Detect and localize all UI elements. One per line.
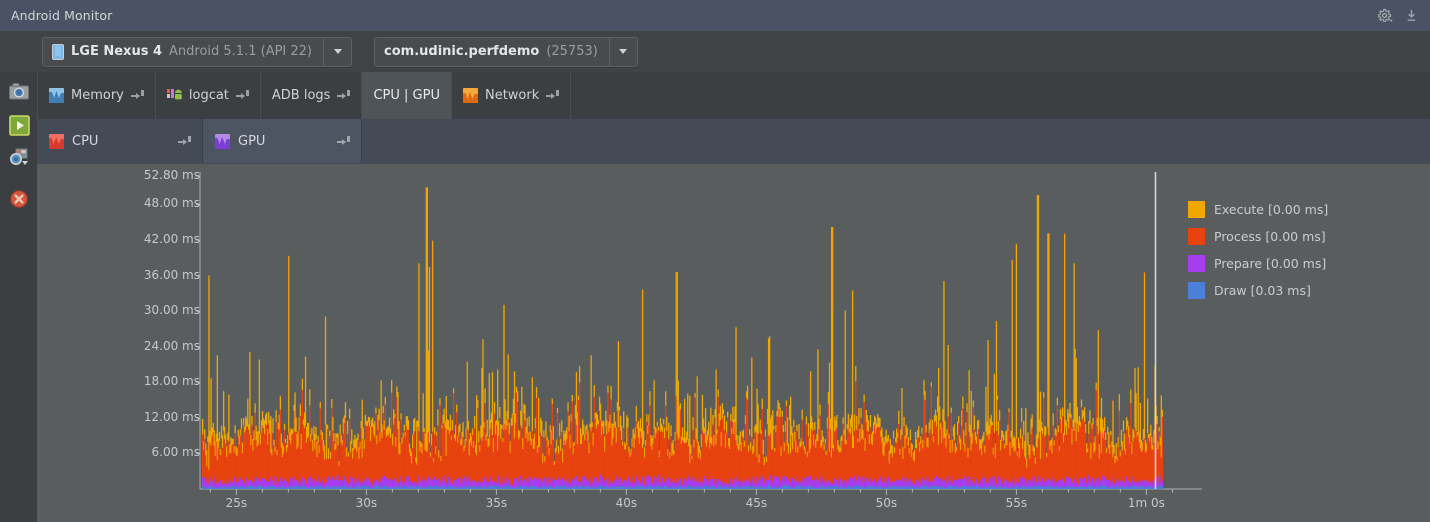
device-detail: Android 5.1.1 (API 22) [169,44,312,59]
selector-bar: LGE Nexus 4 Android 5.1.1 (API 22) com.u… [0,31,1430,72]
tab-label: Network [485,88,539,103]
play-icon [9,115,30,136]
x-axis-tick-label: 55s [1006,496,1028,510]
gear-icon[interactable] [1377,7,1394,24]
tab-memory[interactable]: Memory [37,72,156,119]
chart-legend: Execute [0.00 ms] Process [0.00 ms] Prepar… [1188,196,1328,304]
tab-network[interactable]: Network [452,72,571,119]
logcat-icon [167,88,182,103]
detach-icon[interactable] [546,90,559,101]
legend-item[interactable]: Process [0.00 ms] [1188,223,1328,250]
title-bar: Android Monitor [0,0,1430,32]
tab-logcat[interactable]: logcat [156,72,261,119]
x-axis-tick-label: 30s [356,496,378,510]
legend-item[interactable]: Draw [0.03 ms] [1188,277,1328,304]
detach-icon[interactable] [236,90,249,101]
android-monitor-window: Android Monitor [0,0,1430,522]
device-selector-face[interactable]: LGE Nexus 4 Android 5.1.1 (API 22) [43,38,324,66]
legend-item[interactable]: Prepare [0.00 ms] [1188,250,1328,277]
memory-icon [49,88,64,103]
legend-swatch [1188,255,1205,272]
process-dropdown-button[interactable] [610,38,637,66]
tab-label: ADB logs [272,88,331,103]
camera-icon [8,82,30,101]
main-tab-bar: Memory logcat ADB logs CPU | GPU [37,72,1430,120]
terminate-button[interactable] [8,188,30,210]
gpu-chart-icon [215,134,230,149]
phone-icon [52,44,64,60]
tab-label: CPU | GPU [373,88,440,103]
device-name: LGE Nexus 4 [71,44,162,59]
detach-icon[interactable] [337,136,350,147]
chevron-down-icon [334,49,342,54]
tab-label: logcat [189,88,229,103]
legend-label: Prepare [0.00 ms] [1214,256,1326,271]
layout-inspector-icon [8,147,30,168]
tab-adb-logs[interactable]: ADB logs [261,72,363,119]
x-axis-tick-label: 1m 0s [1128,496,1165,510]
device-dropdown-button[interactable] [324,38,351,66]
subtab-gpu[interactable]: GPU [203,119,362,163]
tool-rail [0,72,38,522]
process-name: com.udinic.perfdemo [384,44,539,59]
network-icon [463,88,478,103]
detach-icon[interactable] [131,90,144,101]
title-bar-actions [1377,7,1420,24]
x-axis-tick-label: 45s [746,496,768,510]
x-axis-tick-label: 40s [616,496,638,510]
process-selector[interactable]: com.udinic.perfdemo (25753) [374,37,638,67]
x-axis-tick-label: 25s [226,496,248,510]
legend-swatch [1188,228,1205,245]
cpu-chart-icon [49,134,64,149]
legend-label: Execute [0.00 ms] [1214,202,1328,217]
tab-label: Memory [71,88,124,103]
detach-icon[interactable] [337,90,350,101]
legend-swatch [1188,282,1205,299]
page-title: Android Monitor [11,8,112,23]
legend-label: Process [0.00 ms] [1214,229,1326,244]
layout-inspector-button[interactable] [8,146,30,168]
legend-item[interactable]: Execute [0.00 ms] [1188,196,1328,223]
screen-record-button[interactable] [8,114,30,136]
subtab-cpu[interactable]: CPU [37,119,203,163]
detach-icon[interactable] [178,136,191,147]
process-pid: (25753) [546,44,598,59]
legend-label: Draw [0.03 ms] [1214,283,1311,298]
subtab-label: GPU [238,134,265,149]
screenshot-button[interactable] [8,80,30,102]
device-selector[interactable]: LGE Nexus 4 Android 5.1.1 (API 22) [42,37,352,67]
minimize-icon[interactable] [1403,7,1420,24]
sub-tab-bar: CPU GPU [37,119,1430,165]
x-axis-tick-label: 35s [486,496,508,510]
subtab-label: CPU [72,134,98,149]
chevron-down-icon [619,49,627,54]
process-selector-face[interactable]: com.udinic.perfdemo (25753) [375,38,610,66]
legend-swatch [1188,201,1205,218]
gpu-rendering-chart[interactable]: 6.00 ms12.00 ms18.00 ms24.00 ms30.00 ms3… [37,164,1430,522]
terminate-icon [9,189,29,209]
tab-cpu-gpu[interactable]: CPU | GPU [362,72,452,119]
x-axis-tick-label: 50s [876,496,898,510]
